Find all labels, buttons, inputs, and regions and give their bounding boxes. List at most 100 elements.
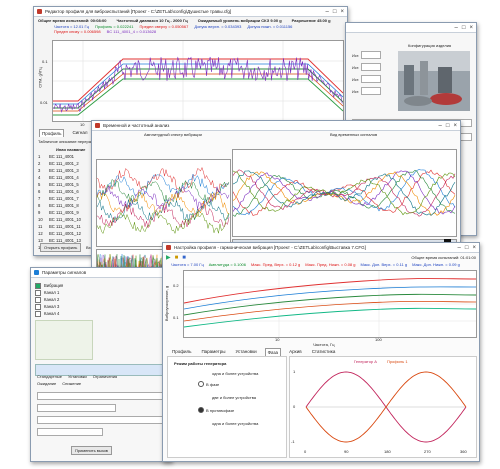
minimize-icon[interactable]: – [455,25,458,31]
window-title: Редактор профиля для виброиспытаний [Про… [45,9,232,14]
close-icon[interactable]: × [453,123,457,129]
channel-number: 9 [38,210,41,215]
antiphase-radio[interactable] [198,407,204,413]
checkbox-channel-3[interactable] [35,303,41,310]
signals-plot[interactable] [232,149,457,237]
list-item[interactable]: 2 BC 111_4001_2 [38,160,92,167]
channel-name: BC 111_4001_10 [49,217,81,222]
spectrum-plot[interactable] [96,159,231,247]
close-icon[interactable]: × [469,25,473,31]
psd-plot[interactable] [52,40,344,122]
list-item[interactable]: 11 BC 111_4001_11 [38,223,92,230]
checkbox-channel-1[interactable] [35,289,41,296]
harmonic-titlebar[interactable]: Настройка профиля - гармоническая вибрац… [163,243,479,253]
params-field-2[interactable] [37,404,116,412]
psd-gridlines [53,41,343,121]
list-item[interactable]: 12 BC 111_4001_12 [38,230,92,237]
harmonic-plot[interactable] [183,270,477,338]
in-phase-radio[interactable] [198,381,204,387]
list-item[interactable]: 10 BC 111_4001_10 [38,216,92,223]
list-item[interactable]: 6 BC 111_4001_6 [38,188,92,195]
row-channel-3: Канал 3 [44,304,60,309]
channel-number: 8 [38,203,41,208]
h-tab-params[interactable]: Параметры [199,348,227,356]
psd-plot-svg [52,41,344,121]
list-item[interactable]: 1 BC 111_4001 [38,153,92,160]
minimize-icon[interactable]: – [458,245,461,251]
channel-number: 10 [38,217,43,222]
folder-icon[interactable]: ■ [175,255,179,261]
antiphase-label: В противофазе [206,407,235,413]
params-field-4[interactable] [37,428,103,436]
save-icon[interactable]: ■ [182,255,186,261]
play-icon[interactable]: ▶ [166,254,171,261]
spectrum-trace [96,210,230,235]
channel-number: 4 [38,175,41,180]
list-item[interactable]: 5 BC 111_4001_5 [38,181,92,188]
channel-number: 6 [38,189,41,194]
spectrum-caption: Амплитудный спектр вибрации [144,132,202,137]
generator-mode-panel: Режим работы генератора одна и более уст… [167,356,287,458]
h-legend-upper: Макс. Пред. Верх. = 0.12 g [251,262,301,267]
open-profile-button[interactable]: Открыть профиль [40,243,82,252]
list-item[interactable]: 9 BC 111_4001_9 [38,209,92,216]
checkbox-channel-2[interactable] [35,296,41,303]
signals-plot-svg [232,169,456,217]
analysis-titlebar[interactable]: Временной и частотный анализ – □ × [92,121,460,131]
config-titlebar[interactable]: – □ × [346,23,476,33]
close-icon[interactable]: × [472,245,476,251]
params-field-1[interactable] [37,392,165,400]
channel-number: 1 [38,154,41,159]
list-item[interactable]: 7 BC 111_4001_7 [38,195,92,202]
list-item[interactable]: 8 BC 111_4001_8 [38,202,92,209]
tab-profile[interactable]: Профиль [39,129,65,137]
profile-editor-titlebar[interactable]: Редактор профиля для виброиспытаний [Про… [34,7,347,17]
col-settings: Установки [67,374,87,379]
maximize-icon[interactable]: □ [333,9,337,15]
h-tab-phase[interactable]: Фаза [264,348,282,356]
h-lower-limit-curve [183,307,477,328]
maximize-icon[interactable]: □ [462,25,466,31]
h-tol-lower-curve [183,300,477,322]
minimize-icon[interactable]: – [439,123,442,129]
params-titlebar[interactable]: Параметры сигналов [31,268,171,278]
row-vibration: Вибрация [44,283,64,288]
minimize-icon[interactable]: – [326,9,329,15]
freq-range: Частотный диапазон 10 Гц - 2000 Гц [116,18,188,23]
h-tab-stats[interactable]: Статистика [310,348,338,356]
config-field-3[interactable] [361,75,382,83]
psd-ytick-top: 0.1 [42,59,48,64]
col-waiting: Ожидание [37,381,57,386]
harmonic-ytick-2: 0.1 [173,315,179,320]
config-title: Конфигурация изделия [408,43,452,48]
close-icon[interactable]: × [340,9,344,15]
phase-xtick-0: 0 [304,449,307,454]
apply-button[interactable]: Применить вызов [71,446,112,455]
checkbox-channel-4[interactable] [35,310,41,317]
list-item[interactable]: 4 BC 111_4001_4 [38,174,92,181]
legend-lower-limit: Предел снизу = 0.006598 [54,29,101,34]
channel-name: BC 111_4001_9 [49,210,79,215]
list-item[interactable]: 3 BC 111_4001_3 [38,167,92,174]
params-field-3[interactable] [37,416,165,424]
maximize-icon[interactable]: □ [465,245,469,251]
channel-number: 5 [38,182,41,187]
analysis-title: Временной и частотный анализ [103,123,170,128]
h-tab-settings[interactable]: Установки [233,348,258,356]
mode-option-2: две и более устройства [212,395,257,400]
config-field-4[interactable] [361,87,382,95]
phase-xtick-90: 90 [344,449,349,454]
psd-ytick-bottom: 0.01 [40,100,48,105]
h-legend-lower: Макс. Пред. Нижн. = 0.08 g [305,262,356,267]
checkbox-vibration[interactable] [35,282,41,289]
h-tab-profile[interactable]: Профиль [170,348,193,356]
signals-caption: Вид временных сигналов [330,132,378,137]
tab-signal[interactable]: Сигнал [70,129,89,137]
h-tab-archive[interactable]: Архив [287,348,304,356]
config-field-1[interactable] [361,51,382,59]
config-field-2[interactable] [361,63,382,71]
maximize-icon[interactable]: □ [446,123,450,129]
col-limits: Ограничения [92,374,118,379]
in-phase-label: В фазе [206,381,220,387]
table-header: Иная название [56,147,86,152]
